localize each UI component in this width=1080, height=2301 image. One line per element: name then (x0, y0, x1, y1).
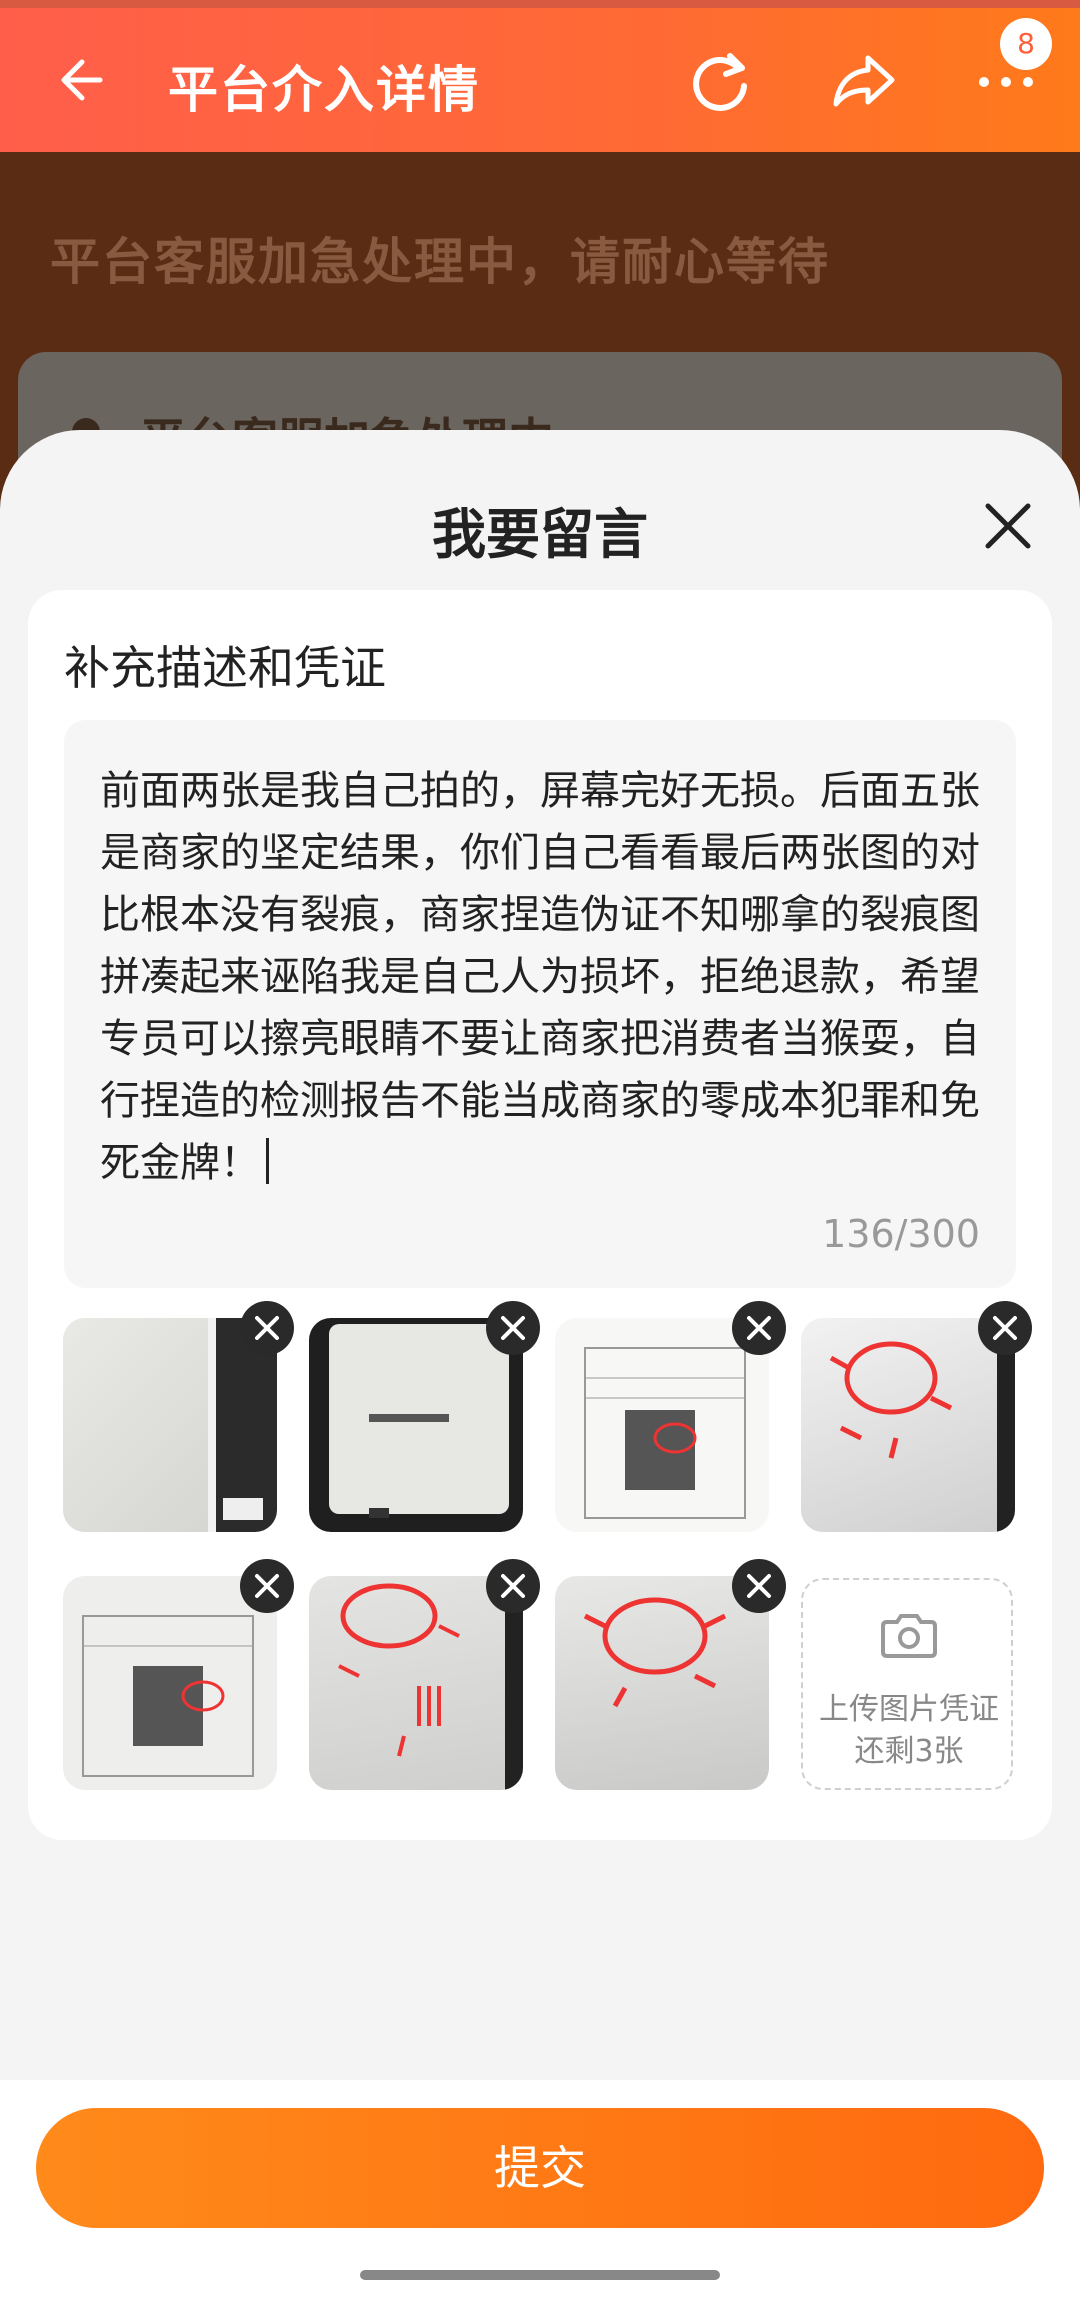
evidence-report-1[interactable] (555, 1318, 769, 1532)
header-bar (0, 0, 1080, 152)
upload-remaining: 还剩3张 (854, 1734, 964, 1769)
submit-label: 提交 (494, 2141, 586, 2195)
text-cursor (266, 1138, 269, 1184)
share-icon[interactable] (828, 46, 898, 116)
remove-photo-7-button[interactable] (732, 1559, 786, 1613)
status-heading: 平台客服加急处理中，请耐心等待 (50, 233, 830, 291)
upload-photo-button[interactable]: 上传图片凭证 还剩3张 (801, 1578, 1013, 1790)
evidence-photo-2[interactable] (309, 1318, 523, 1532)
remove-photo-5-button[interactable] (240, 1559, 294, 1613)
page-title: 平台介入详情 (168, 61, 480, 119)
evidence-report-2[interactable] (63, 1576, 277, 1790)
remove-photo-1-button[interactable] (240, 1301, 294, 1355)
remove-photo-2-button[interactable] (486, 1301, 540, 1355)
char-counter: 136/300 (822, 1212, 980, 1256)
message-content: 前面两张是我自己拍的，屏幕完好无损。后面五张是商家的坚定结果，你们自己看看最后两… (100, 768, 980, 1186)
evidence-photo-7[interactable] (555, 1576, 769, 1790)
message-text[interactable]: 前面两张是我自己拍的，屏幕完好无损。后面五张是商家的坚定结果，你们自己看看最后两… (100, 760, 990, 1194)
close-icon[interactable] (980, 498, 1036, 554)
sheet-title: 我要留言 (432, 503, 648, 566)
remove-photo-3-button[interactable] (732, 1301, 786, 1355)
camera-icon (881, 1614, 937, 1658)
evidence-photo-1[interactable] (63, 1318, 277, 1532)
remove-photo-4-button[interactable] (978, 1301, 1032, 1355)
upload-label: 上传图片凭证 (819, 1692, 999, 1727)
status-strip (0, 0, 1080, 8)
refresh-icon[interactable] (686, 46, 756, 116)
section-label: 补充描述和凭证 (64, 641, 386, 695)
evidence-photo-4[interactable] (801, 1318, 1015, 1532)
evidence-photo-6[interactable] (309, 1576, 523, 1790)
remove-photo-6-button[interactable] (486, 1559, 540, 1613)
submit-button[interactable]: 提交 (36, 2108, 1044, 2228)
back-arrow-icon[interactable] (52, 52, 108, 108)
notification-badge: 8 (1000, 18, 1052, 70)
home-indicator (360, 2270, 720, 2280)
